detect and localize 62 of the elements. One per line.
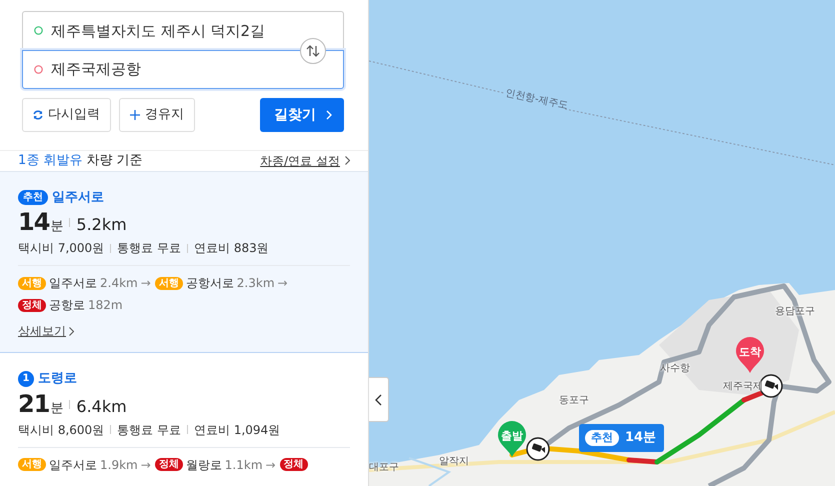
- recommended-badge: 추천: [18, 190, 48, 205]
- traffic-status-badge: 서행: [154, 276, 183, 290]
- circle-icon: [34, 26, 43, 35]
- chevron-right-icon: [345, 156, 350, 166]
- origin-field[interactable]: 제주특별자치도 제주시 덕지2길: [22, 11, 344, 50]
- arrow-text: →: [140, 275, 151, 292]
- route-time-text: 14분: [625, 429, 656, 448]
- plus-icon: [130, 110, 140, 120]
- traffic-status-badge: 서행: [18, 458, 46, 471]
- segment-distance: 2.3km: [236, 275, 275, 292]
- cost-text: 택시비 7,000원: [18, 240, 104, 257]
- segment-distance: 1.1km: [224, 456, 263, 474]
- duration-unit: 분: [50, 400, 64, 418]
- details-link[interactable]: 상세보기: [18, 322, 350, 340]
- chevron-left-icon: [375, 394, 382, 406]
- vehicle-basis-text: 1종 휘발유 차량 기준: [18, 152, 143, 170]
- chevron-right-icon: [69, 326, 74, 336]
- distance-text: 5.2km: [76, 214, 127, 236]
- arrow-text: →: [278, 275, 288, 292]
- start-marker: 출발: [498, 421, 526, 457]
- route-name: 일주서로: [52, 188, 104, 206]
- route-number-badge: 1: [18, 370, 34, 387]
- route-card[interactable]: 추천 일주서로 14분 5.2km 택시비 7,000원 통행료 무료 연료비 883원 서행 일주서로 2.4km → 서행 공항서로 2.3km → 정체 공항로 182m 상세보기: [0, 172, 368, 353]
- cost-text: 연료비 1,094원: [194, 422, 280, 438]
- road-name: 월랑로: [186, 456, 222, 474]
- segment-distance: 2.4km: [100, 275, 138, 292]
- road-name: 공항서로: [186, 275, 234, 292]
- recommended-badge: 추천: [585, 430, 619, 446]
- segment-distance: 182m: [88, 297, 123, 314]
- swap-arrows-icon: [306, 45, 320, 57]
- cost-text: 택시비 8,600원: [18, 422, 104, 438]
- segment-distance: 1.9km: [100, 456, 138, 474]
- distance-text: 6.4km: [76, 396, 127, 418]
- duration-value: 21: [18, 390, 50, 418]
- road-name: 공항로: [49, 297, 85, 314]
- route-name: 도령로: [38, 370, 77, 388]
- destination-field[interactable]: 제주국제공항: [22, 50, 344, 89]
- place-label: 대포구: [369, 461, 399, 475]
- camera-icon: [526, 437, 550, 461]
- road-name: 일주서로: [49, 456, 97, 474]
- duration-unit: 분: [50, 218, 64, 236]
- traffic-status-badge: 서행: [18, 276, 46, 290]
- circle-icon: [34, 65, 43, 74]
- cost-text: 연료비 883원: [194, 240, 269, 257]
- arrow-text: →: [266, 456, 276, 474]
- place-label: 동포구: [559, 394, 589, 408]
- search-button[interactable]: 길찾기: [260, 98, 344, 132]
- place-label: 알작지: [439, 455, 469, 469]
- reset-button[interactable]: 다시입력: [22, 98, 111, 132]
- waypoint-button[interactable]: 경유지: [119, 98, 195, 132]
- destination-marker: 도착: [736, 337, 764, 373]
- cost-text: 통행료 무료: [117, 240, 181, 257]
- traffic-status-badge: 정체: [18, 298, 46, 312]
- traffic-status-badge: 정체: [280, 458, 308, 471]
- traffic-status-badge: 정체: [154, 458, 183, 471]
- cost-text: 통행료 무료: [117, 422, 181, 438]
- duration-value: 14: [18, 208, 50, 236]
- arrow-text: →: [140, 456, 151, 474]
- route-card[interactable]: 1 도령로 21분 6.4km 택시비 8,600원 통행료 무료 연료비 1,094원 서행 일주서로 1.9km → 정체 월랑로 1.1km → 정체: [0, 353, 368, 486]
- refresh-icon: [33, 110, 43, 120]
- chevron-right-icon: [326, 110, 332, 120]
- road-name: 일주서로: [49, 275, 97, 292]
